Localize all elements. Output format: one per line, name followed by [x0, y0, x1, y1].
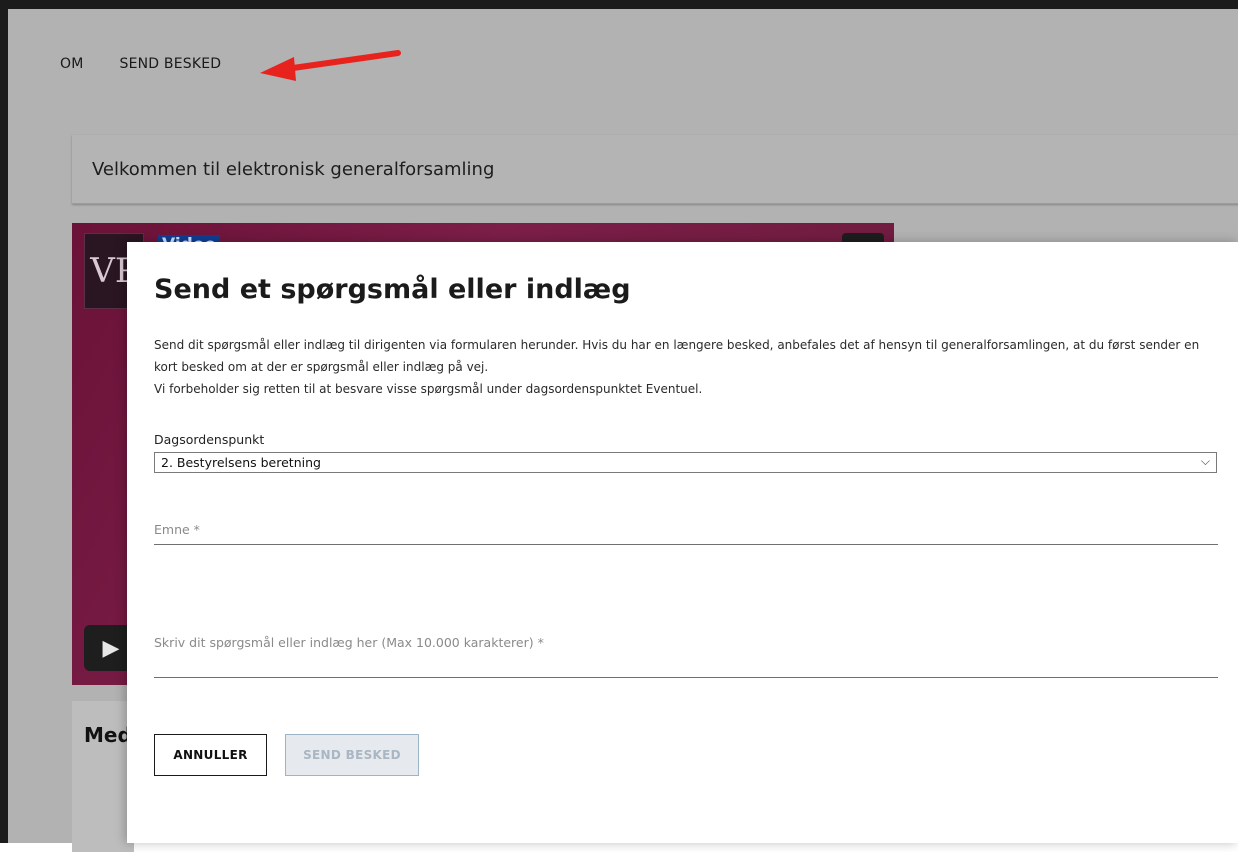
subject-field[interactable]: Emne * — [154, 522, 1218, 545]
nav-item-om[interactable]: OM — [60, 56, 84, 72]
dialog-intro: Send dit spørgsmål eller indlæg til diri… — [154, 334, 1218, 400]
red-arrow-annotation — [260, 50, 401, 81]
welcome-text: Velkommen til elektronisk generalforsaml… — [92, 159, 495, 180]
send-message-dialog: Send et spørgsmål eller indlæg Send dit … — [127, 242, 1238, 843]
lower-card: Med — [72, 701, 134, 852]
chevron-down-icon: ⌵ — [1200, 454, 1210, 468]
lower-card-title: Med — [84, 723, 132, 747]
subject-placeholder: Emne * — [154, 522, 200, 537]
intro-paragraph: Send dit spørgsmål eller indlæg til diri… — [154, 338, 1200, 374]
message-textarea[interactable]: Skriv dit spørgsmål eller indlæg her (Ma… — [154, 635, 1218, 678]
intro-note: Vi forbeholder sig retten til at besvare… — [154, 382, 703, 396]
nav-item-send-besked[interactable]: SEND BESKED — [120, 56, 222, 72]
agenda-select[interactable]: 2. Bestyrelsens beretning ⌵ — [154, 452, 1217, 473]
dialog-title: Send et spørgsmål eller indlæg — [154, 274, 631, 305]
agenda-label: Dagsordenspunkt — [154, 432, 265, 447]
cancel-button[interactable]: ANNULLER — [154, 734, 267, 776]
top-navigation: OM SEND BESKED — [60, 56, 221, 72]
message-placeholder: Skriv dit spørgsmål eller indlæg her (Ma… — [154, 635, 544, 650]
welcome-bar: Velkommen til elektronisk generalforsaml… — [72, 135, 1238, 204]
send-message-button[interactable]: SEND BESKED — [285, 734, 419, 776]
agenda-selected-value: 2. Bestyrelsens beretning — [161, 455, 321, 470]
